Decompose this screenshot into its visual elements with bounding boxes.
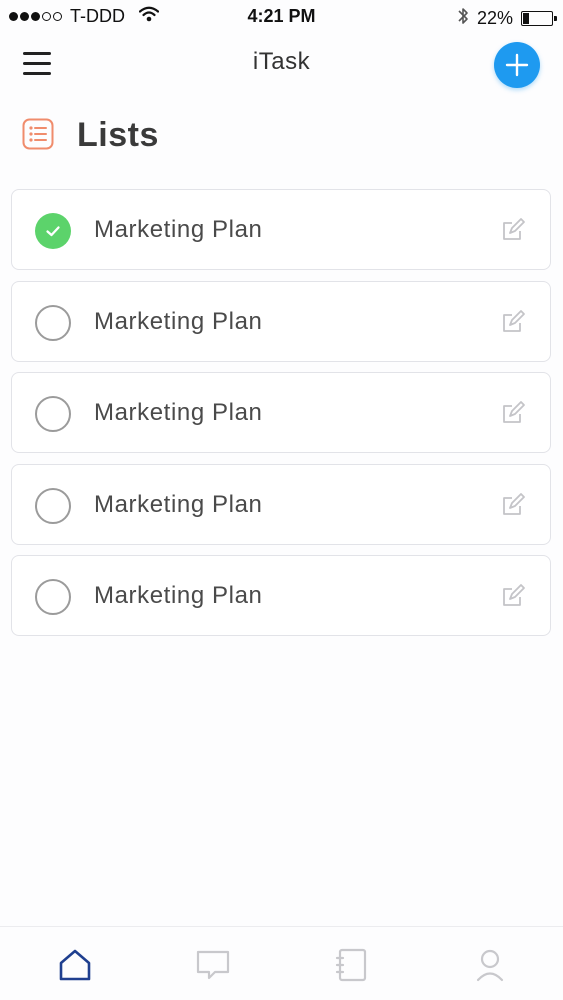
battery-icon — [521, 11, 557, 26]
status-bar: T-DDD 4:21 PM 22% — [0, 0, 563, 32]
list-item-label: Marketing Plan — [94, 399, 263, 426]
edit-icon[interactable] — [500, 400, 526, 426]
list-icon — [22, 118, 54, 155]
list-item[interactable]: Marketing Plan — [11, 555, 551, 636]
tab-home[interactable] — [57, 947, 93, 983]
bluetooth-icon — [457, 6, 469, 31]
list-item-label: Marketing Plan — [94, 582, 263, 609]
completed-checkbox[interactable] — [35, 213, 71, 249]
battery-percent: 22% — [476, 8, 513, 28]
edit-icon[interactable] — [500, 309, 526, 335]
nav-header: iTask — [0, 32, 563, 96]
page-title: Lists — [77, 116, 159, 154]
checkbox[interactable] — [35, 304, 71, 341]
status-time: 4:21 PM — [247, 6, 316, 26]
edit-icon[interactable] — [500, 583, 526, 609]
list-item[interactable]: Marketing Plan — [11, 280, 551, 362]
tab-notebook[interactable] — [334, 947, 370, 983]
checkbox[interactable] — [35, 487, 71, 524]
list-item-label: Marketing Plan — [94, 216, 263, 243]
checkmark-icon — [46, 226, 60, 237]
list-item[interactable]: Marketing Plan — [11, 372, 551, 453]
tab-profile[interactable] — [472, 947, 508, 983]
list-item-label: Marketing Plan — [94, 490, 263, 518]
tab-chat[interactable] — [195, 947, 231, 983]
lists-section-header: Lists — [0, 110, 563, 164]
task-lists: Marketing Plan Marketing Plan Marketing … — [11, 189, 551, 647]
checkbox[interactable] — [35, 579, 71, 615]
edit-icon[interactable] — [500, 217, 526, 243]
list-item[interactable]: Marketing Plan — [11, 463, 551, 545]
list-item-label: Marketing Plan — [94, 307, 263, 335]
list-item[interactable]: Marketing Plan — [11, 189, 551, 270]
edit-icon[interactable] — [500, 492, 526, 518]
app-title: iTask — [252, 48, 311, 75]
tab-bar — [0, 926, 563, 1000]
plus-icon — [505, 53, 529, 77]
checkbox[interactable] — [35, 396, 71, 432]
add-list-button[interactable] — [494, 42, 540, 88]
